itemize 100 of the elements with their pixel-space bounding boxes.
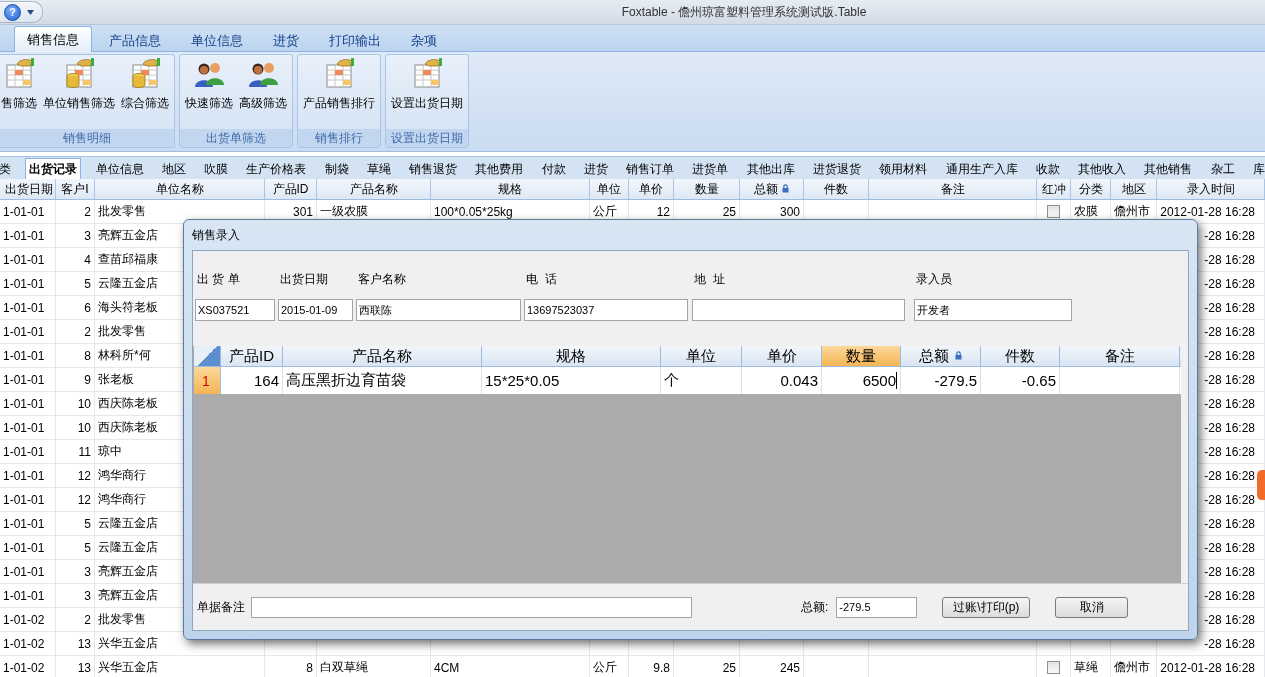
sheet-tab[interactable]: 吹膜 <box>200 159 233 179</box>
table-cell: 2 <box>56 608 95 632</box>
grid-cell[interactable]: -279.5 <box>901 367 981 394</box>
column-header[interactable]: 规格 <box>482 346 661 366</box>
table-cell: 1-01-01 <box>0 344 56 368</box>
table-cell: 1-01-02 <box>0 608 56 632</box>
column-header: 红冲 <box>1037 179 1071 199</box>
ribbon-button[interactable]: 售筛选 <box>0 55 39 114</box>
checkbox[interactable] <box>1047 205 1060 218</box>
sheet-tab[interactable]: 地区 <box>157 159 190 179</box>
input-field[interactable]: XS037521 <box>195 299 275 321</box>
sheet-tab[interactable]: 通用生产入库 <box>941 159 1022 179</box>
sheet-tab[interactable]: 进货 <box>579 159 612 179</box>
input-field[interactable] <box>692 299 905 321</box>
sheet-tab[interactable]: 其他费用 <box>471 159 528 179</box>
grid-cell[interactable]: 6500 <box>822 367 901 394</box>
column-header: 产品名称 <box>317 179 431 199</box>
table-cell: 13 <box>56 656 95 677</box>
ribbon-button[interactable]: 高级筛选 <box>237 55 289 114</box>
grid-cell[interactable]: 15*25*0.05 <box>482 367 661 394</box>
grid-cell[interactable]: 164 <box>221 367 283 394</box>
sheet-tab[interactable]: 收款 <box>1031 159 1064 179</box>
dialog-button[interactable]: 过账\打印(p) <box>942 596 1031 618</box>
column-header: 录入时间 <box>1157 179 1265 199</box>
input-field[interactable]: 13697523037 <box>524 299 688 321</box>
table-cell: 1-01-01 <box>0 368 56 392</box>
sheet-tab[interactable]: 其他出库 <box>742 159 799 179</box>
ribbon-tab[interactable]: 进货 <box>260 28 312 52</box>
table-cell: 1-01-02 <box>0 632 56 656</box>
grid-cell[interactable]: 0.043 <box>742 367 822 394</box>
table-cell: 4 <box>56 248 95 272</box>
sheet-tab[interactable]: 销售退货 <box>405 159 462 179</box>
ribbon-button[interactable]: 产品销售排行 <box>301 55 377 114</box>
table-cell: 2 <box>56 200 95 224</box>
ribbon-button[interactable]: 快速筛选 <box>183 55 235 114</box>
input-field[interactable]: 2015-01-09 <box>278 299 353 321</box>
ribbon-button[interactable]: 设置出货日期 <box>389 55 465 114</box>
table-cell: 13 <box>56 632 95 656</box>
spreadsheet-icon <box>323 57 355 89</box>
sheet-tab[interactable]: 付款 <box>537 159 570 179</box>
sheet-tab[interactable]: 其他销售 <box>1140 159 1197 179</box>
grid-cell[interactable]: 个 <box>661 367 742 394</box>
table-cell: 12 <box>56 464 95 488</box>
sheet-tab[interactable]: 销售订单 <box>622 159 679 179</box>
table-cell: 1-01-02 <box>0 656 56 677</box>
ribbon-tab[interactable]: 杂项 <box>398 28 450 52</box>
ribbon-button[interactable]: 综合筛选 <box>119 55 171 114</box>
table-cell: 1-01-01 <box>0 296 56 320</box>
sheet-tab[interactable]: 制袋 <box>320 159 353 179</box>
input-field[interactable]: 开发者 <box>914 299 1072 321</box>
table-cell: 公斤 <box>590 656 629 677</box>
input-field[interactable]: 西联陈 <box>356 299 521 321</box>
column-header: 产品ID <box>265 179 317 199</box>
dialog-button[interactable]: 取消 <box>1055 596 1129 618</box>
sheet-tab[interactable]: 单位信息 <box>91 159 148 179</box>
sheet-tab[interactable]: 进货单 <box>688 159 733 179</box>
column-header: 客户I <box>56 179 95 199</box>
ribbon-button[interactable]: 单位销售筛选 <box>41 55 117 114</box>
ribbon-tab[interactable]: 销售信息 <box>14 26 92 52</box>
grid-cell[interactable]: -0.65 <box>981 367 1060 394</box>
column-header: 分类 <box>1071 179 1111 199</box>
checkbox[interactable] <box>1047 661 1060 674</box>
column-header: 单价 <box>629 179 674 199</box>
field-label: 客户名称 <box>357 271 407 287</box>
input-field[interactable]: -279.5 <box>836 596 918 618</box>
table-cell: 儋州市 <box>1111 656 1157 677</box>
column-header[interactable]: 产品名称 <box>283 346 482 366</box>
grid-cell[interactable]: 高压黑折边育苗袋 <box>283 367 482 394</box>
ribbon-tab[interactable]: 产品信息 <box>96 28 174 52</box>
table-cell: 1-01-01 <box>0 488 56 512</box>
sheet-tab[interactable]: 库 <box>1248 159 1265 179</box>
input-field[interactable] <box>251 596 692 618</box>
sheet-tab[interactable]: 生产价格表 <box>242 159 311 179</box>
column-header[interactable]: 单位 <box>661 346 742 366</box>
table-cell: 8 <box>56 344 95 368</box>
table-cell: 4CM <box>431 656 590 677</box>
column-header[interactable]: 件数 <box>981 346 1060 366</box>
sheet-tab[interactable]: 出货记录 <box>25 158 82 179</box>
sheet-tab[interactable]: 草绳 <box>362 159 395 179</box>
ribbon-tab[interactable]: 单位信息 <box>178 28 256 52</box>
table-cell: 9.8 <box>629 656 674 677</box>
sheet-tab[interactable]: 进货退货 <box>809 159 865 179</box>
table-cell: 1-01-01 <box>0 392 56 416</box>
table-cell: 5 <box>56 536 95 560</box>
column-header[interactable]: 数量 <box>822 346 901 366</box>
table-cell: 10 <box>56 416 95 440</box>
sheet-tab[interactable]: 类 <box>0 159 15 179</box>
column-header[interactable]: 产品ID <box>221 346 283 366</box>
table-cell: 1-01-01 <box>0 440 56 464</box>
column-header: 地区 <box>1111 179 1157 199</box>
field-label: 出 货 单 <box>196 271 241 287</box>
column-header[interactable]: 备注 <box>1060 346 1180 366</box>
table-cell: 草绳 <box>1071 656 1111 677</box>
sheet-tab[interactable]: 其他收入 <box>1074 159 1131 179</box>
ribbon-tab[interactable]: 打印输出 <box>316 28 394 52</box>
field-label: 录入员 <box>915 271 953 287</box>
column-header[interactable]: 总额 <box>901 346 981 366</box>
sheet-tab[interactable]: 领用材料 <box>875 159 932 179</box>
sheet-tab[interactable]: 杂工 <box>1206 159 1239 179</box>
spreadsheet-icon <box>411 57 443 89</box>
